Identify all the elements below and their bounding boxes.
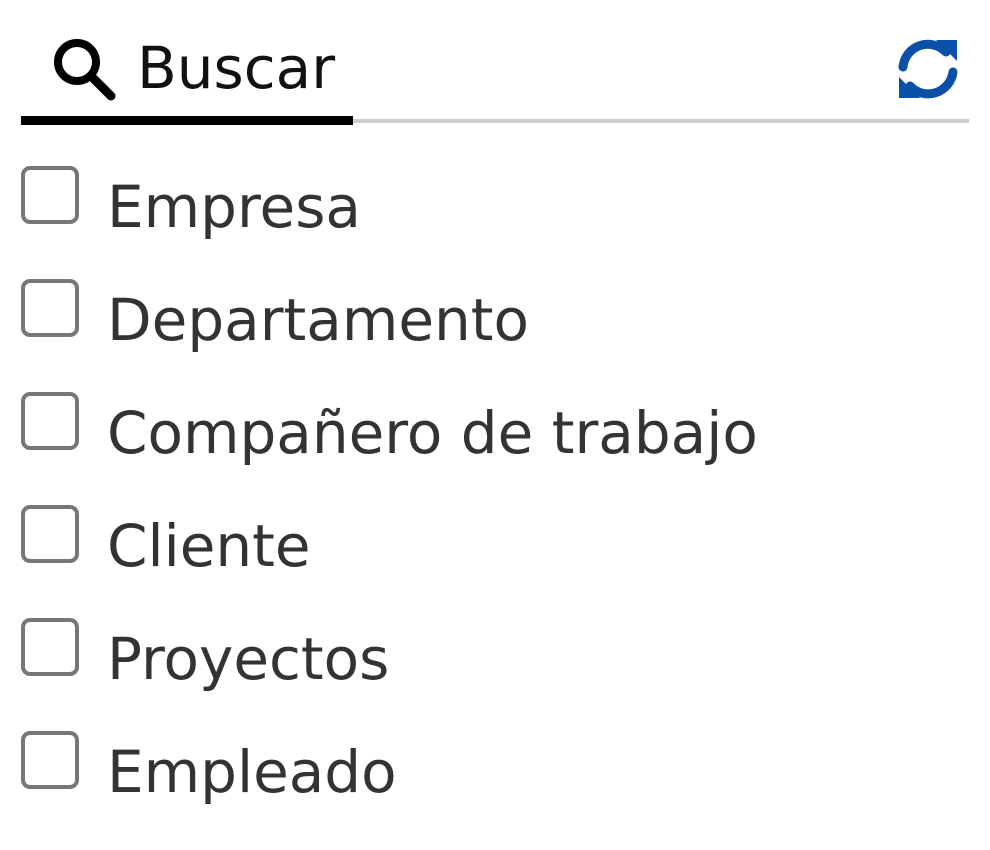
- filter-option-label: Empleado: [107, 738, 397, 806]
- checkbox[interactable]: [21, 618, 79, 676]
- search-underline-active: [21, 116, 353, 125]
- filter-option-companero-de-trabajo[interactable]: Compañero de trabajo: [21, 386, 969, 499]
- filter-panel: Empresa Departamento Compañero de trabaj…: [21, 0, 969, 850]
- filter-option-cliente[interactable]: Cliente: [21, 499, 969, 612]
- search-bar: [21, 0, 969, 125]
- filter-option-label: Empresa: [107, 173, 361, 241]
- filter-option-label: Departamento: [107, 286, 530, 354]
- refresh-button[interactable]: [893, 36, 963, 102]
- filter-option-empleado[interactable]: Empleado: [21, 725, 969, 838]
- filter-options-list: Empresa Departamento Compañero de trabaj…: [21, 160, 969, 838]
- search-icon: [51, 36, 117, 102]
- checkbox[interactable]: [21, 279, 79, 337]
- checkbox[interactable]: [21, 166, 79, 224]
- filter-option-departamento[interactable]: Departamento: [21, 273, 969, 386]
- search-input[interactable]: [137, 28, 837, 108]
- filter-option-label: Compañero de trabajo: [107, 399, 758, 467]
- checkbox[interactable]: [21, 731, 79, 789]
- checkbox[interactable]: [21, 505, 79, 563]
- refresh-icon: [898, 39, 958, 99]
- filter-option-proyectos[interactable]: Proyectos: [21, 612, 969, 725]
- checkbox[interactable]: [21, 392, 79, 450]
- filter-option-empresa[interactable]: Empresa: [21, 160, 969, 273]
- filter-option-label: Proyectos: [107, 625, 390, 693]
- filter-option-label: Cliente: [107, 512, 311, 580]
